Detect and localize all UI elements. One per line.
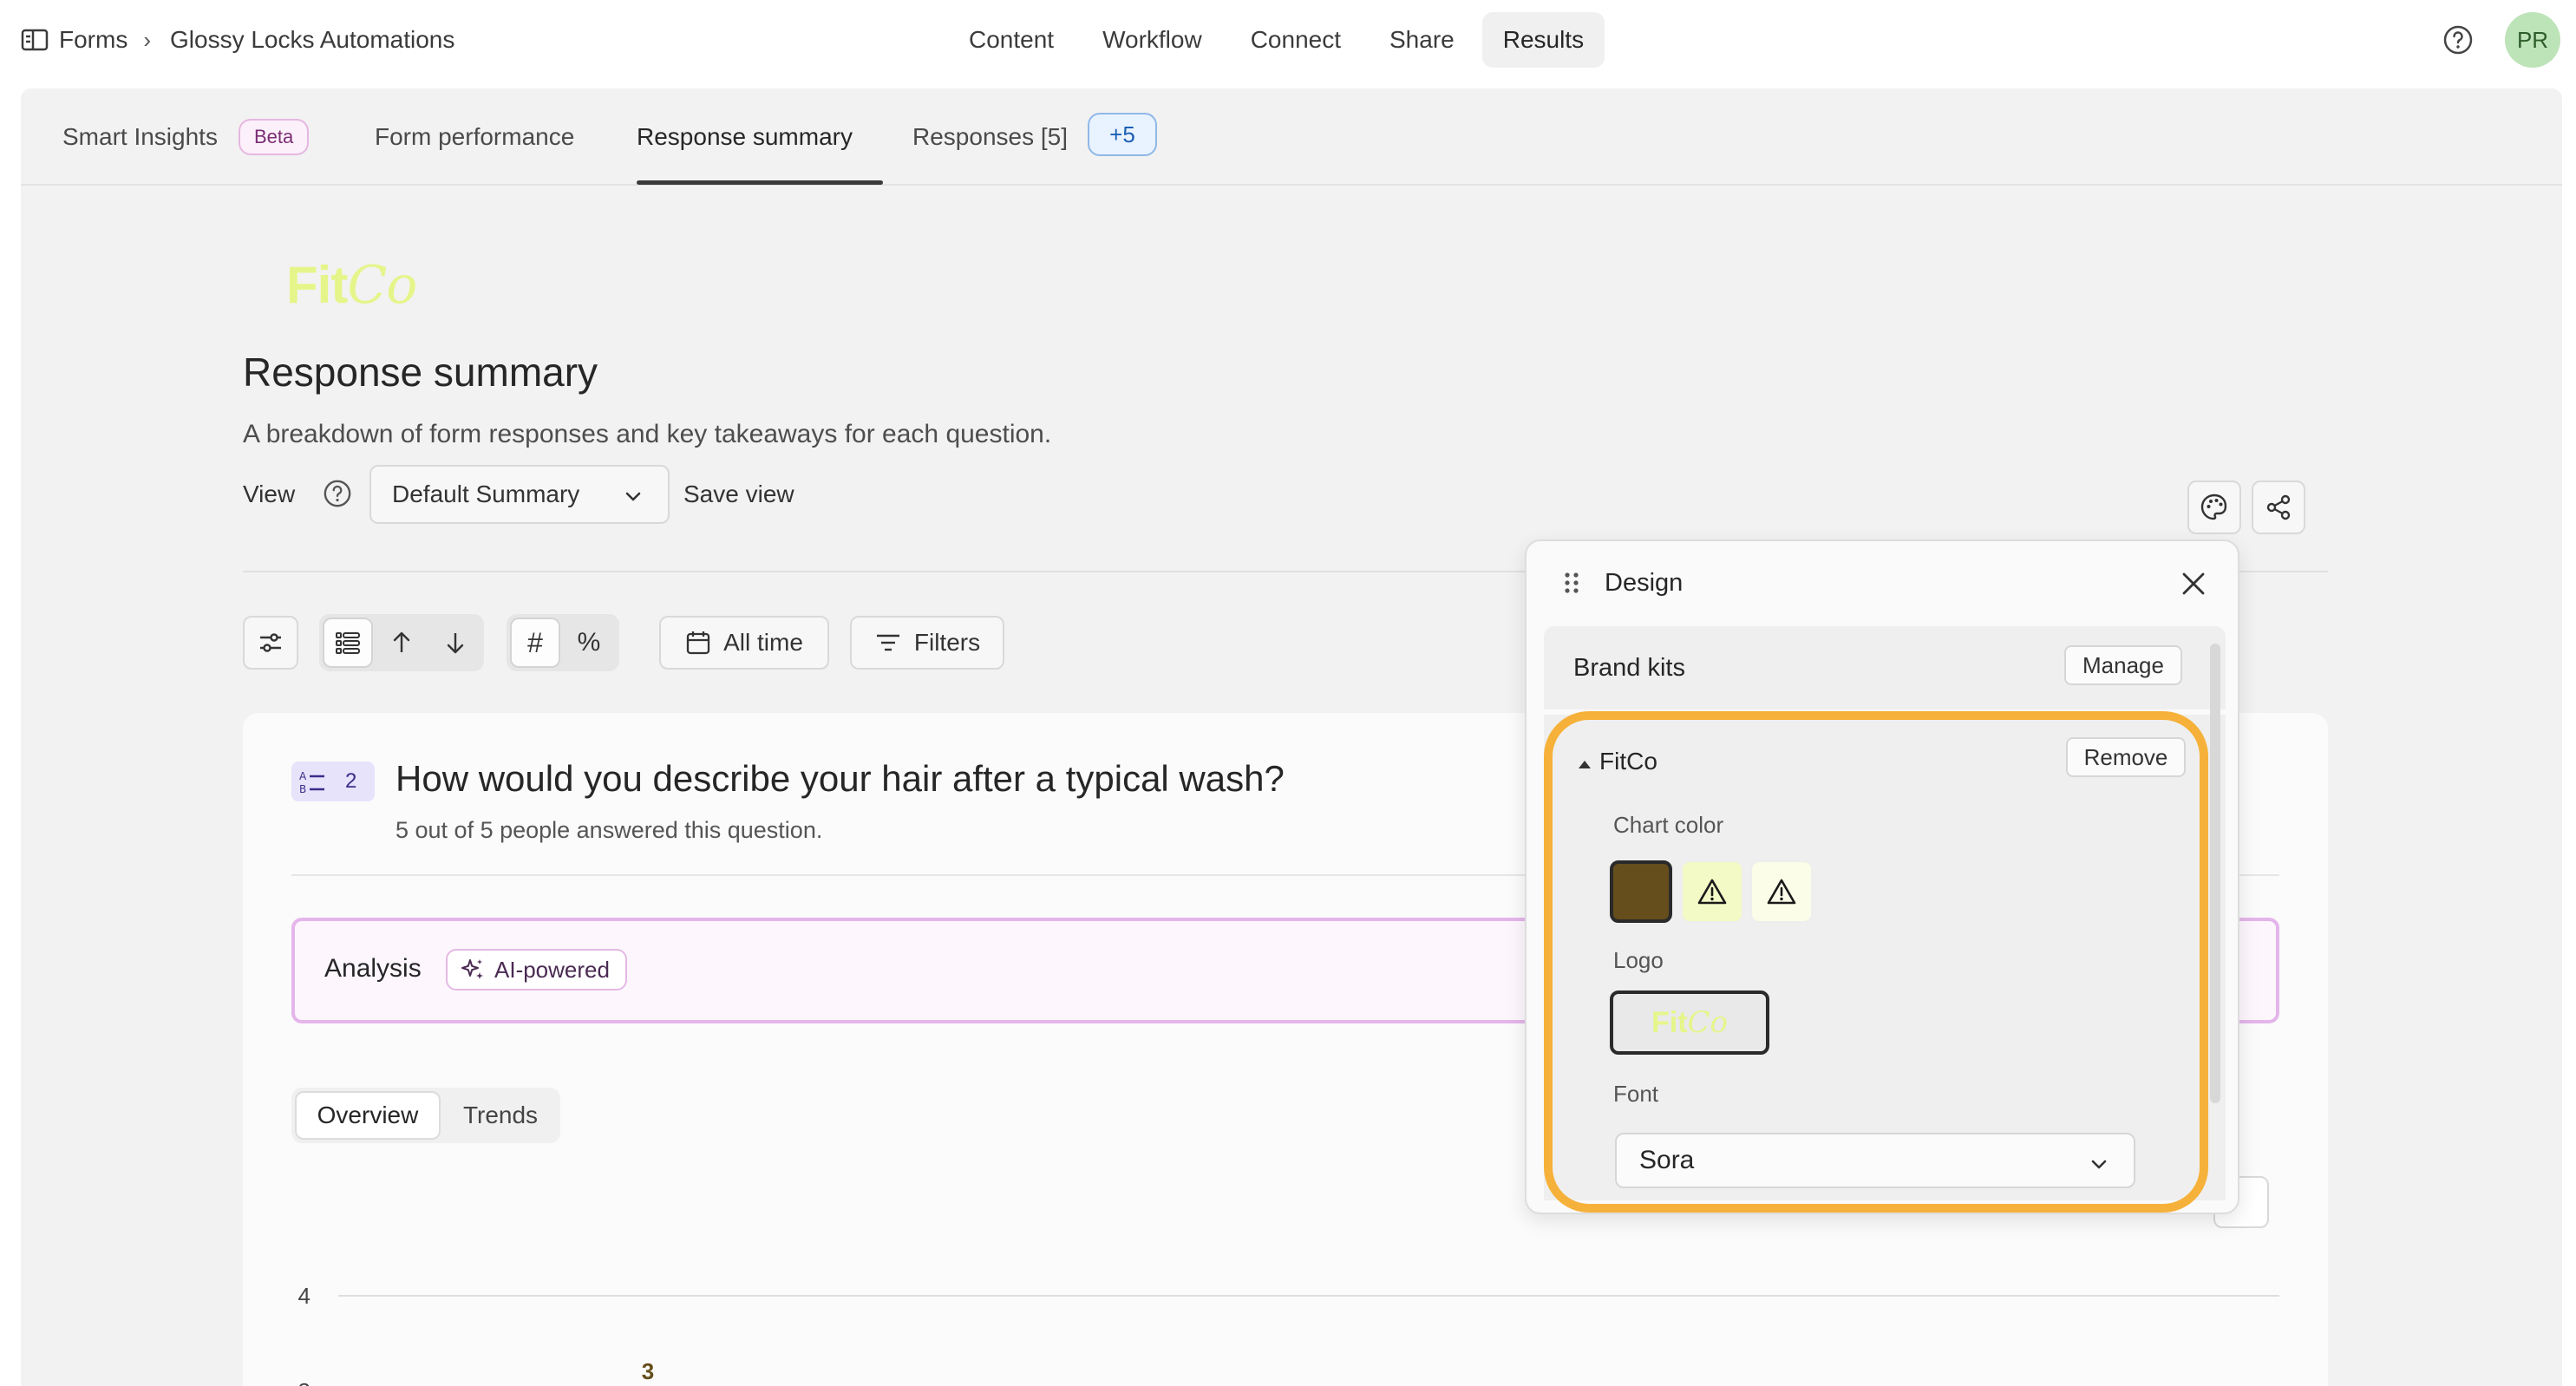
- list-order-button[interactable]: [323, 618, 373, 668]
- tab-smart-insights[interactable]: Smart Insights Beta: [62, 118, 310, 156]
- nav-results[interactable]: Results: [1481, 12, 1605, 68]
- font-select[interactable]: Sora: [1615, 1133, 2135, 1188]
- brand-kits-row: Brand kits Manage: [1544, 626, 2226, 709]
- design-scrollbar[interactable]: [2210, 644, 2220, 1103]
- color-swatch-light[interactable]: [1681, 860, 1743, 923]
- chart-color-label: Chart color: [1613, 812, 1724, 838]
- collapse-caret-icon[interactable]: [1577, 758, 1592, 770]
- view-help-icon[interactable]: [323, 479, 352, 508]
- beta-badge: Beta: [238, 119, 310, 155]
- save-view-button[interactable]: Save view: [683, 477, 794, 512]
- chevron-down-icon: [623, 486, 644, 507]
- share-button[interactable]: [2252, 481, 2305, 534]
- avatar[interactable]: PR: [2505, 12, 2560, 68]
- logo-preview-italic: Co: [1687, 1005, 1729, 1040]
- warning-icon: [1767, 879, 1796, 905]
- ai-powered-badge: AI-powered: [446, 949, 627, 990]
- results-tabs: Smart Insights Beta Form performance Res…: [21, 88, 2562, 186]
- sparkle-icon: [461, 959, 483, 979]
- manage-button[interactable]: Manage: [2064, 645, 2182, 685]
- filters-button[interactable]: Filters: [850, 616, 1004, 670]
- bar-data-label: 3: [642, 1358, 654, 1384]
- tab-responses[interactable]: Responses [5]: [912, 118, 1068, 156]
- list-icon: [336, 632, 360, 654]
- active-tab-indicator: [637, 180, 883, 185]
- logo-preview-main: Fit: [1651, 1005, 1688, 1039]
- page-title: Response summary: [243, 350, 598, 395]
- sort-ascending-button[interactable]: [376, 618, 427, 668]
- forms-icon: [21, 28, 49, 52]
- brand-logo: FitCo: [286, 255, 417, 316]
- ai-powered-label: AI-powered: [494, 956, 610, 983]
- top-bar: Forms › Glossy Locks Automations Content…: [0, 0, 2576, 80]
- sort-group: [319, 614, 484, 671]
- nav-connect[interactable]: Connect: [1230, 12, 1362, 68]
- logo-label: Logo: [1613, 947, 1664, 973]
- view-select[interactable]: Default Summary: [369, 465, 670, 524]
- date-range-button[interactable]: All time: [659, 616, 829, 670]
- filters-label: Filters: [913, 629, 981, 656]
- design-button[interactable]: [2187, 481, 2241, 534]
- close-icon[interactable]: [2180, 571, 2207, 597]
- page-subtitle: A breakdown of form responses and key ta…: [243, 420, 1052, 448]
- tab-overview[interactable]: Overview: [295, 1091, 441, 1140]
- view-label: View: [243, 481, 296, 507]
- color-swatch-pale[interactable]: [1750, 860, 1813, 923]
- filter-icon: [876, 634, 899, 651]
- design-title: Design: [1605, 569, 1684, 597]
- nav-workflow[interactable]: Workflow: [1082, 12, 1223, 68]
- nav-content[interactable]: Content: [948, 12, 1075, 68]
- share-icon: [2266, 494, 2291, 520]
- multiple-choice-icon: AB: [299, 770, 324, 794]
- brand-kits-label: Brand kits: [1573, 654, 1685, 682]
- show-count-button[interactable]: #: [510, 618, 560, 668]
- brand-logo-main: Fit: [286, 256, 348, 314]
- sort-descending-button[interactable]: [430, 618, 481, 668]
- y-tick-label: 4: [298, 1283, 311, 1309]
- question-title: How would you describe your hair after a…: [396, 758, 1285, 799]
- svg-text:B: B: [299, 783, 306, 794]
- tab-response-summary[interactable]: Response summary: [637, 118, 853, 156]
- y-tick-label: 3: [298, 1378, 311, 1386]
- question-type-badge: AB 2: [291, 762, 375, 801]
- chevron-right-icon: ›: [143, 26, 151, 53]
- show-percent-button[interactable]: %: [564, 618, 614, 668]
- analysis-label: Analysis: [324, 954, 422, 983]
- remove-button[interactable]: Remove: [2066, 737, 2186, 777]
- design-header: Design: [1527, 541, 2238, 624]
- brand-kit-name[interactable]: FitCo: [1599, 748, 1657, 775]
- nav-share[interactable]: Share: [1369, 12, 1475, 68]
- breadcrumb-forms[interactable]: Forms: [59, 26, 127, 54]
- arrow-up-icon: [393, 631, 410, 652]
- svg-text:A: A: [299, 770, 307, 782]
- warning-icon: [1697, 879, 1727, 905]
- view-select-value: Default Summary: [392, 481, 580, 507]
- more-tabs-badge[interactable]: +5: [1088, 113, 1157, 156]
- question-number: 2: [345, 769, 357, 793]
- logo-preview[interactable]: Fit Co: [1610, 990, 1769, 1055]
- palette-icon: [2200, 494, 2227, 520]
- drag-handle-icon[interactable]: [1563, 571, 1580, 595]
- arrow-down-icon: [447, 633, 464, 654]
- top-nav: Content Workflow Connect Share Results: [948, 12, 1612, 68]
- calendar-icon: [686, 631, 710, 655]
- brand-logo-italic: Co: [347, 255, 417, 316]
- chevron-down-icon: [2089, 1154, 2109, 1174]
- settings-button[interactable]: [243, 616, 298, 670]
- tab-trends[interactable]: Trends: [444, 1091, 557, 1140]
- tab-smart-insights-label: Smart Insights: [62, 123, 218, 150]
- overview-trends-toggle: Overview Trends: [291, 1088, 560, 1143]
- question-answered-count: 5 out of 5 people answered this question…: [396, 817, 823, 843]
- breadcrumb-form-name[interactable]: Glossy Locks Automations: [170, 26, 454, 54]
- help-icon[interactable]: [2442, 24, 2474, 56]
- design-popover: Design Brand kits Manage FitCo Remove Ch…: [1525, 539, 2239, 1214]
- breadcrumb: Forms › Glossy Locks Automations: [21, 24, 454, 56]
- font-label: Font: [1613, 1081, 1659, 1107]
- font-select-value: Sora: [1639, 1146, 1695, 1174]
- number-format-group: # %: [507, 614, 619, 671]
- tab-form-performance[interactable]: Form performance: [375, 118, 574, 156]
- color-swatch-selected[interactable]: [1610, 860, 1672, 923]
- date-range-label: All time: [723, 629, 803, 656]
- sliders-icon: [260, 633, 281, 652]
